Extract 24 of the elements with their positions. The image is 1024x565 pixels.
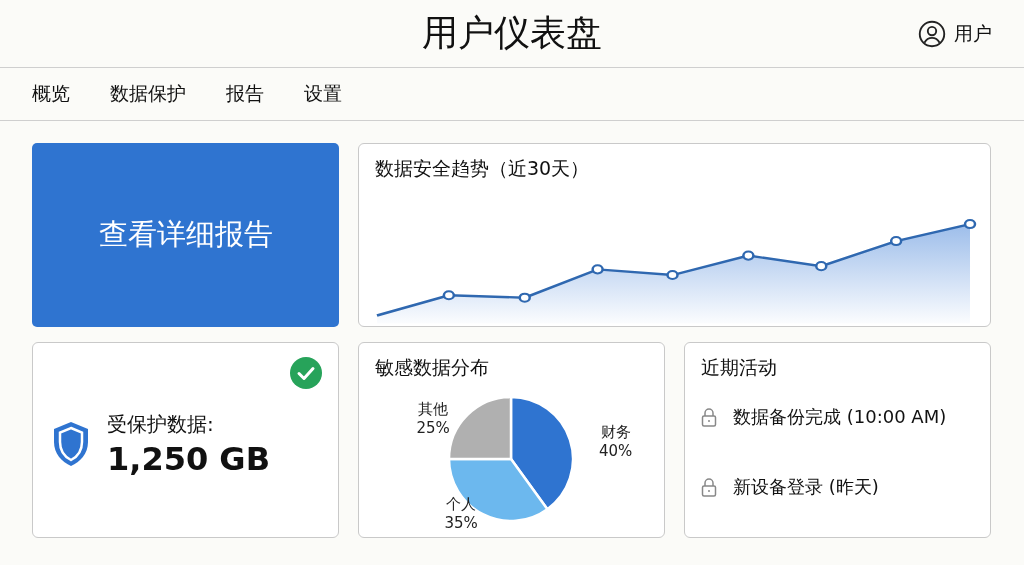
view-report-button[interactable]: 查看详细报告 <box>32 143 339 327</box>
activity-text: 数据备份完成 (10:00 AM) <box>733 405 947 429</box>
slice-label: 其他 <box>418 399 449 418</box>
user-icon <box>918 19 946 48</box>
card-title: 数据安全趋势（近30天） <box>374 156 591 181</box>
protected-data-label: 受保护数据: <box>107 410 215 438</box>
page-title: 用户仪表盘 <box>422 11 602 55</box>
activity-text: 新设备登录 (昨天) <box>733 475 879 499</box>
slice-value: 35% <box>444 514 478 533</box>
user-menu-button[interactable]: 用户 <box>918 19 992 48</box>
lock-icon <box>701 477 717 497</box>
card-title: 敏感数据分布 <box>374 355 490 380</box>
card-title: 近期活动 <box>700 355 778 380</box>
nav-tab[interactable]: 概览 <box>32 77 70 111</box>
slice-label: 财务 <box>600 423 631 442</box>
protected-data-value: 1,250 GB <box>107 439 270 478</box>
nav-tab[interactable]: 数据保护 <box>110 77 186 111</box>
slice-value: 25% <box>416 418 450 437</box>
nav-tab[interactable]: 设置 <box>304 77 342 111</box>
nav-tab[interactable]: 报告 <box>226 77 264 111</box>
lock-icon <box>701 407 717 427</box>
shield-icon <box>51 420 91 468</box>
slice-value: 40% <box>598 442 633 461</box>
slice-label: 个人 <box>446 495 477 514</box>
